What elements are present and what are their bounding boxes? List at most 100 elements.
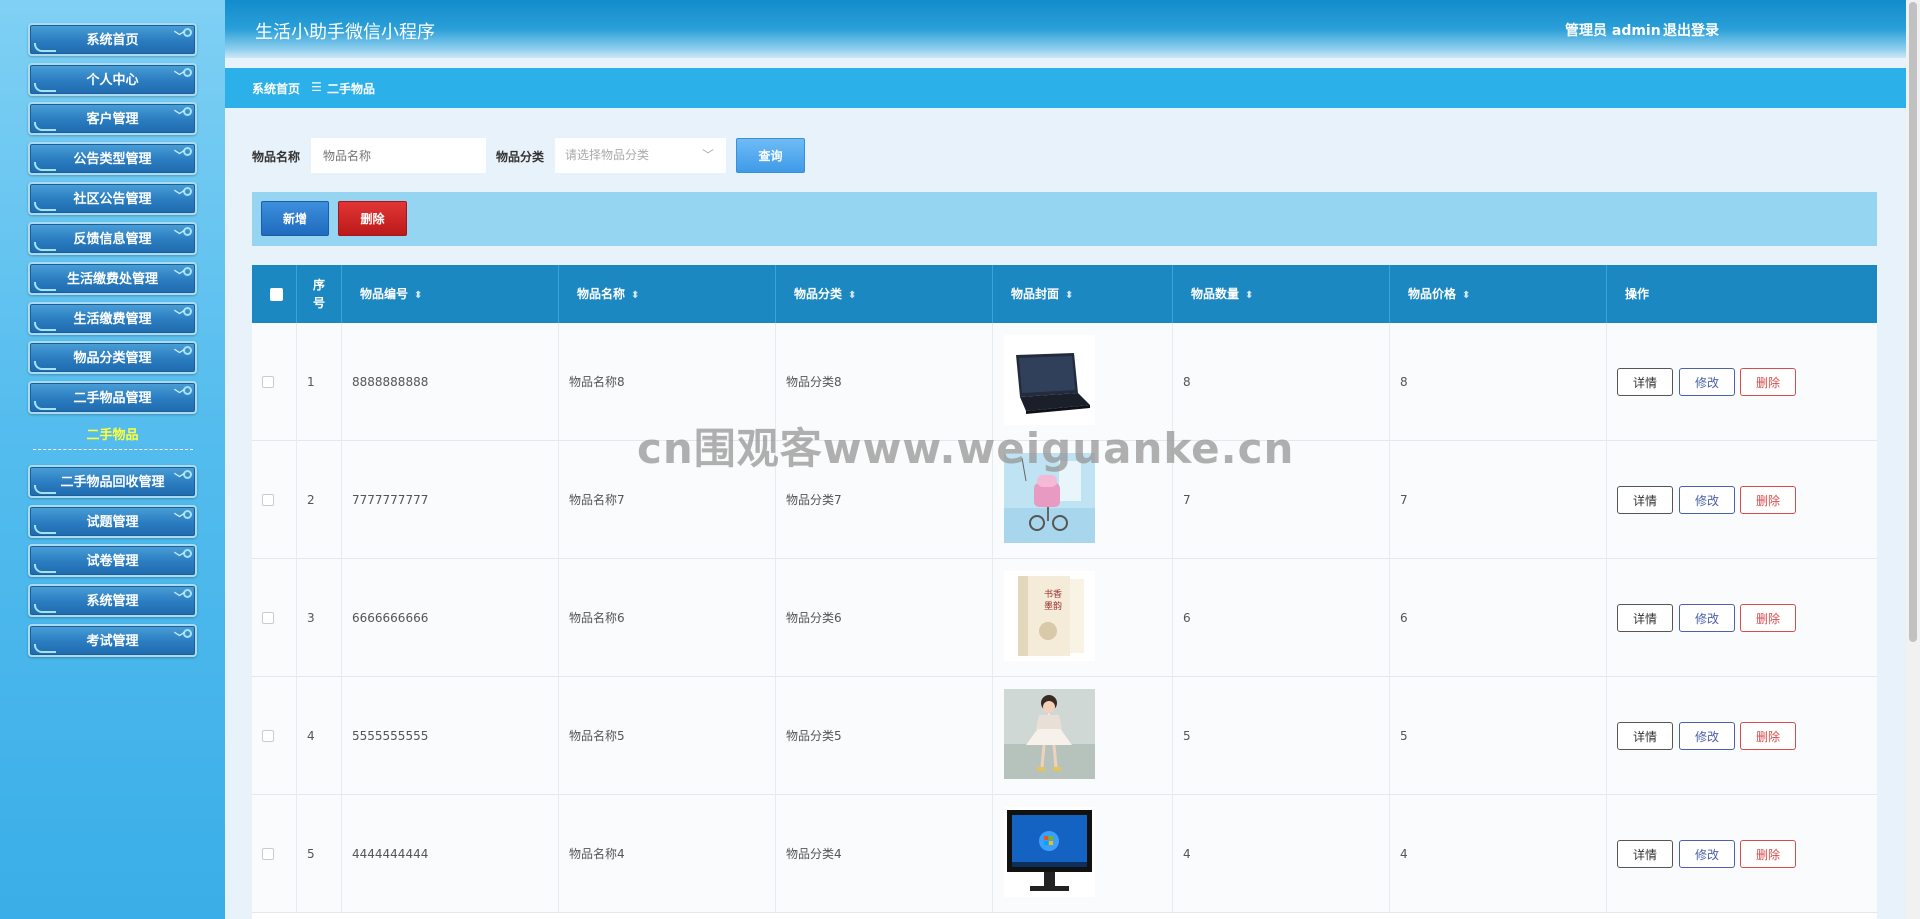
menu-ornament-icon [34, 202, 56, 211]
select-all-checkbox[interactable] [270, 288, 283, 301]
menu-ornament-icon [34, 43, 56, 52]
sidebar-item-label: 社区公告管理 [73, 192, 152, 207]
header-actions: 操作 [1607, 265, 1877, 323]
header-seq-char-2: 号 [312, 296, 325, 310]
page-scrollbar[interactable] [1906, 0, 1920, 919]
sidebar-item-bottom-2[interactable]: ﹀ 试卷管理 [28, 544, 197, 577]
laptop-thumbnail[interactable] [1004, 335, 1095, 425]
header-qty[interactable]: 物品数量 ⬍ [1173, 265, 1390, 323]
header-name-label: 物品名称 [577, 287, 626, 301]
menu-ornament-icon [34, 361, 56, 370]
menu-ornament-icon [34, 322, 56, 331]
header-seq-char-1: 序 [312, 278, 325, 292]
sidebar-item-top-9[interactable]: ﹀ 二手物品管理 [28, 381, 197, 414]
delete-button[interactable]: 删除 [1740, 840, 1796, 868]
sidebar-item-top-4[interactable]: ﹀ 社区公告管理 [28, 182, 197, 215]
sidebar-item-top-0[interactable]: ﹀ 系统首页 [28, 23, 197, 56]
delete-button[interactable]: 删除 [1740, 368, 1796, 396]
search-name-input[interactable] [311, 138, 486, 173]
sidebar-item-bottom-4[interactable]: ﹀ 考试管理 [28, 624, 197, 657]
header-category-label: 物品分类 [794, 287, 843, 301]
row-checkbox[interactable] [262, 848, 274, 860]
row-checkbox[interactable] [262, 612, 274, 624]
delete-button[interactable]: 删除 [1740, 722, 1796, 750]
sort-icon[interactable]: ⬍ [1245, 290, 1253, 301]
sort-icon[interactable]: ⬍ [1462, 290, 1470, 301]
sort-icon[interactable]: ⬍ [848, 290, 856, 301]
sort-icon[interactable]: ⬍ [414, 290, 422, 301]
delete-button[interactable]: 删除 [1740, 604, 1796, 632]
dress-thumbnail[interactable] [1004, 689, 1095, 779]
sidebar-item-top-1[interactable]: ﹀ 个人中心 [28, 63, 197, 96]
cell-name: 物品名称6 [559, 559, 776, 677]
breadcrumb-home[interactable]: 系统首页 [252, 80, 300, 97]
sidebar-item-bottom-3[interactable]: ﹀ 系统管理 [28, 584, 197, 617]
detail-button[interactable]: 详情 [1617, 368, 1673, 396]
logout-link[interactable]: 退出登录 [1663, 20, 1719, 40]
category-select[interactable]: 请选择物品分类 ﹀ [555, 138, 726, 173]
monitor-thumbnail[interactable] [1004, 807, 1095, 897]
delete-button[interactable]: 删除 [1740, 486, 1796, 514]
cell-code: 7777777777 [342, 441, 559, 559]
cell-seq: 1 [297, 323, 342, 441]
sidebar-item-bottom-1[interactable]: ﹀ 试题管理 [28, 505, 197, 538]
sidebar-subitem-secondhand[interactable]: 二手物品 [28, 424, 197, 443]
edit-button[interactable]: 修改 [1679, 722, 1735, 750]
sidebar-item-top-5[interactable]: ﹀ 反馈信息管理 [28, 222, 197, 255]
table-row: 5 4444444444 物品名称4 物品分类4 4 4 详情 修改 删除 [252, 795, 1877, 913]
edit-button[interactable]: 修改 [1679, 840, 1735, 868]
menu-ornament-icon [34, 401, 56, 410]
sort-icon[interactable]: ⬍ [1065, 290, 1073, 301]
sidebar-item-top-3[interactable]: ﹀ 公告类型管理 [28, 142, 197, 175]
header-price-label: 物品价格 [1408, 287, 1457, 301]
header-name[interactable]: 物品名称 ⬍ [559, 265, 776, 323]
sidebar-item-top-8[interactable]: ﹀ 物品分类管理 [28, 341, 197, 374]
sidebar: 二手物品 ﹀ 系统首页 ﹀ 个人中心 ﹀ 客户管理 ﹀ 公告类型管理 ﹀ 社区公告管理 ﹀ 反馈信息管… [0, 0, 225, 919]
header-category[interactable]: 物品分类 ⬍ [776, 265, 993, 323]
scrollbar-thumb[interactable] [1909, 2, 1917, 642]
book-thumbnail[interactable]: 书香 墨韵 [1004, 571, 1095, 661]
detail-button[interactable]: 详情 [1617, 604, 1673, 632]
add-button[interactable]: 新增 [261, 201, 329, 236]
cell-qty: 6 [1173, 559, 1390, 677]
cell-select [252, 323, 297, 441]
row-checkbox[interactable] [262, 376, 274, 388]
sidebar-item-label: 试题管理 [86, 515, 139, 530]
detail-button[interactable]: 详情 [1617, 486, 1673, 514]
sidebar-item-label: 系统管理 [86, 594, 139, 609]
sidebar-item-label: 考试管理 [86, 634, 139, 649]
row-checkbox[interactable] [262, 730, 274, 742]
sidebar-item-top-6[interactable]: ﹀ 生活缴费处管理 [28, 262, 197, 295]
header-cover[interactable]: 物品封面 ⬍ [993, 265, 1173, 323]
app-title: 生活小助手微信小程序 [255, 22, 435, 43]
sidebar-item-top-7[interactable]: ﹀ 生活缴费管理 [28, 302, 197, 335]
header-code[interactable]: 物品编号 ⬍ [342, 265, 559, 323]
cell-select [252, 677, 297, 795]
cell-select [252, 795, 297, 913]
header-price[interactable]: 物品价格 ⬍ [1390, 265, 1607, 323]
sidebar-item-top-2[interactable]: ﹀ 客户管理 [28, 102, 197, 135]
cell-code: 5555555555 [342, 677, 559, 795]
edit-button[interactable]: 修改 [1679, 486, 1735, 514]
svg-text:墨韵: 墨韵 [1044, 600, 1062, 612]
sidebar-item-label: 二手物品管理 [73, 391, 152, 406]
batch-delete-button[interactable]: 删除 [338, 201, 407, 236]
edit-button[interactable]: 修改 [1679, 604, 1735, 632]
sidebar-item-bottom-0[interactable]: ﹀ 二手物品回收管理 [28, 465, 197, 498]
sort-icon[interactable]: ⬍ [631, 290, 639, 301]
menu-ornament-icon [34, 564, 56, 573]
cell-category: 物品分类6 [776, 559, 993, 677]
edit-button[interactable]: 修改 [1679, 368, 1735, 396]
cell-price: 6 [1390, 559, 1607, 677]
detail-button[interactable]: 详情 [1617, 840, 1673, 868]
query-button[interactable]: 查询 [736, 138, 805, 173]
items-table: 序 号 物品编号 ⬍ 物品名称 ⬍ 物品分类 ⬍ 物品封面 ⬍ 物品数量 ⬍ 物品价格 ⬍ … [252, 265, 1877, 919]
cell-price: 4 [1390, 795, 1607, 913]
header-cover-label: 物品封面 [1011, 287, 1060, 301]
chevron-down-icon: ﹀ [174, 149, 185, 162]
menu-ornament-icon [34, 162, 56, 171]
detail-button[interactable]: 详情 [1617, 722, 1673, 750]
row-checkbox[interactable] [262, 494, 274, 506]
cell-category: 物品分类5 [776, 677, 993, 795]
chevron-down-icon: ﹀ [174, 631, 185, 644]
